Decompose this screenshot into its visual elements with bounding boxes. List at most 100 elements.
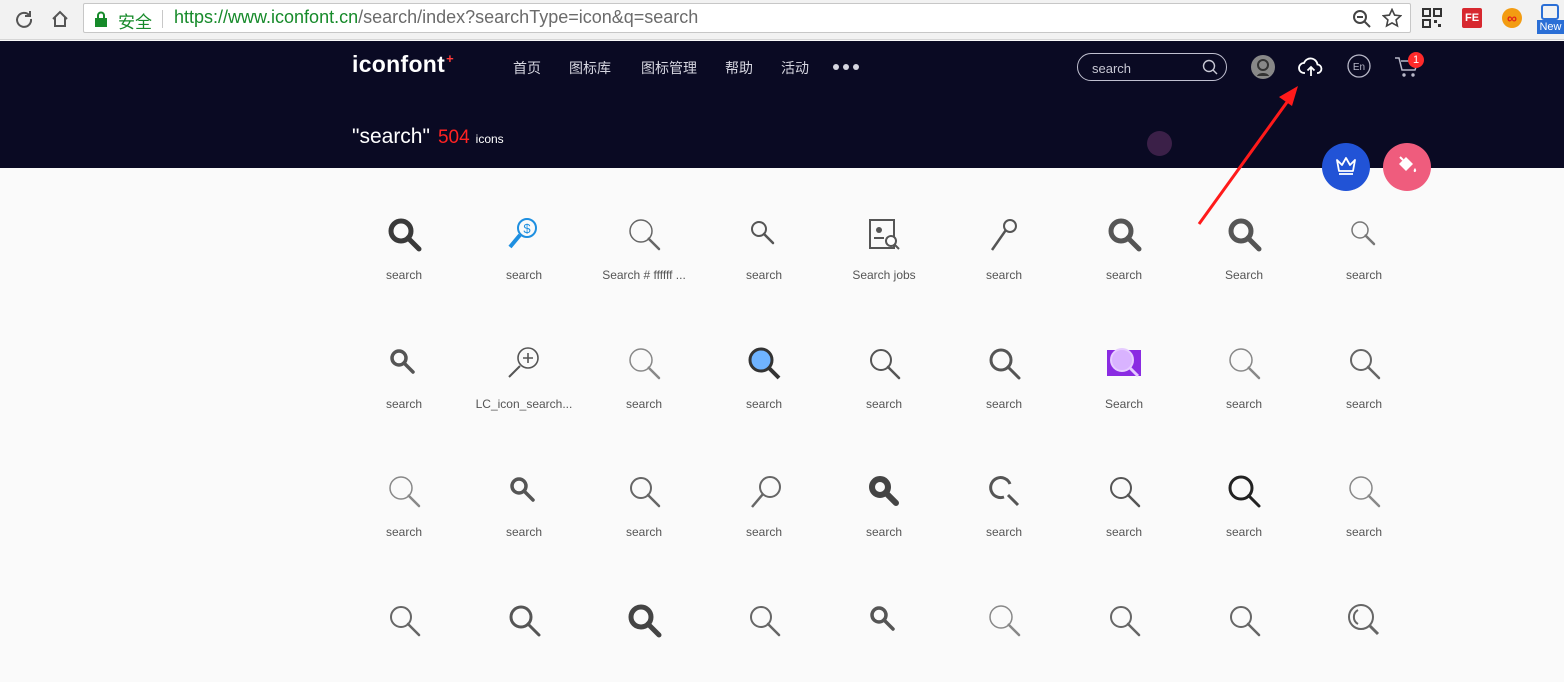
icon-card[interactable]: LC_icon_search... [464,297,584,425]
url-text[interactable]: https://www.iconfont.cn/search/index?sea… [174,7,698,28]
icon-card-label: search [1345,396,1383,411]
search-magnifier-icon [986,473,1022,509]
search-magnifier-icon [386,216,422,252]
icon-card[interactable] [1064,554,1184,682]
qr-code-icon[interactable] [1422,8,1442,28]
address-bar[interactable]: 安全 https://www.iconfont.cn/search/index?… [83,3,1411,33]
reload-icon[interactable] [12,7,36,31]
more-menu-icon[interactable] [833,64,859,70]
site-logo[interactable]: iconfont+ [352,51,454,78]
user-avatar-icon[interactable] [1250,54,1276,85]
icon-card[interactable] [704,554,824,682]
icon-card-label: LC_icon_search... [475,396,573,411]
secure-label: 安全 [118,13,152,32]
logo-text: iconfont [352,51,446,77]
icon-card[interactable]: search [584,425,704,553]
icon-card[interactable] [824,554,944,682]
search-magnifier-icon [1346,473,1382,509]
nav-help[interactable]: 帮助 [725,58,753,78]
icon-card[interactable]: search [1184,425,1304,553]
result-heading: "search" 504 icons [352,125,504,149]
icon-card[interactable]: Search [1184,168,1304,296]
search-magnifier-icon [1106,473,1142,509]
icon-card[interactable] [584,554,704,682]
icon-card[interactable]: Search # ffffff ... [584,168,704,296]
icon-card[interactable]: search [1304,168,1424,296]
icon-card[interactable]: search [1304,297,1424,425]
icon-card[interactable]: search [1304,425,1424,553]
icon-card-label: search [505,525,543,539]
nav-home[interactable]: 首页 [513,58,541,78]
search-magnifier-icon [1346,345,1382,381]
search-magnifier-icon [626,345,662,381]
icon-card[interactable]: search [344,297,464,425]
infinity-extension-icon[interactable]: ∞ [1502,8,1522,28]
new-extension-label: New [1537,20,1564,34]
search-magnifier-icon [866,602,902,638]
search-magnifier-icon [986,602,1022,638]
icon-card[interactable] [344,554,464,682]
icon-card[interactable]: search [1064,425,1184,553]
icon-card[interactable]: search [944,297,1064,425]
decorative-dot [1147,131,1172,156]
search-magnifier-icon [386,602,422,638]
search-magnifier-icon [1106,216,1142,252]
search-magnifier-icon [866,216,902,252]
icon-card[interactable]: search [344,425,464,553]
zoom-icon[interactable] [1352,9,1372,34]
icon-card-label: search [385,396,423,411]
icon-card-label: search [985,396,1023,411]
icon-card[interactable]: search [464,425,584,553]
search-magnifier-icon [746,602,782,638]
icon-card-label: search [1105,525,1143,539]
icon-card[interactable]: search [584,297,704,425]
icon-card[interactable] [1184,554,1304,682]
icon-card[interactable] [1304,554,1424,682]
icon-card[interactable]: search [704,297,824,425]
icon-card[interactable]: $ search [464,168,584,296]
search-icon[interactable] [1202,59,1218,80]
icon-card[interactable]: Search [1064,297,1184,425]
icon-card[interactable] [944,554,1064,682]
bookmark-star-icon[interactable] [1381,7,1403,33]
search-magnifier-icon [986,216,1022,252]
icon-card[interactable]: search [1064,168,1184,296]
new-extension-box [1541,4,1559,20]
icon-card[interactable]: search [944,425,1064,553]
result-count: 504 [437,127,470,148]
nav-icon-management[interactable]: 图标管理 [641,58,697,78]
icon-card[interactable]: search [1184,297,1304,425]
upload-cloud-icon[interactable] [1298,54,1324,85]
icon-card[interactable] [464,554,584,682]
home-icon[interactable] [48,7,72,31]
nav-icon-library[interactable]: 图标库 [569,58,611,78]
icon-card-label: Search jobs [852,268,916,282]
fe-extension-icon[interactable]: FE [1462,8,1482,28]
nav-activities[interactable]: 活动 [781,58,809,78]
icon-card[interactable]: search [704,168,824,296]
header-search-input[interactable] [1092,59,1192,77]
search-magnifier-icon: $ [506,216,542,252]
icon-card-label: search [745,268,783,282]
icon-card[interactable]: search [344,168,464,296]
icon-card-label: search [1225,525,1263,539]
language-switch-icon[interactable]: En [1347,54,1371,83]
icon-card[interactable]: search [944,168,1064,296]
search-magnifier-icon [866,345,902,381]
new-extension-icon[interactable]: New [1537,4,1564,36]
icon-card-label: search [385,268,423,282]
icon-card-label: Search [1224,268,1264,282]
search-magnifier-icon [1106,345,1142,381]
search-magnifier-icon [1226,345,1262,381]
icon-card[interactable]: Search jobs [824,168,944,296]
icon-card[interactable]: search [704,425,824,553]
icon-card-label: search [865,525,903,539]
icon-card[interactable]: search [824,425,944,553]
search-magnifier-icon [626,216,662,252]
search-magnifier-icon [986,345,1022,381]
icon-card[interactable]: search [824,297,944,425]
browser-toolbar: 安全 https://www.iconfont.cn/search/index?… [0,0,1564,40]
icon-card-label: Search # ffffff ... [602,268,686,282]
search-magnifier-icon [386,473,422,509]
icon-card-label: search [1225,396,1263,411]
